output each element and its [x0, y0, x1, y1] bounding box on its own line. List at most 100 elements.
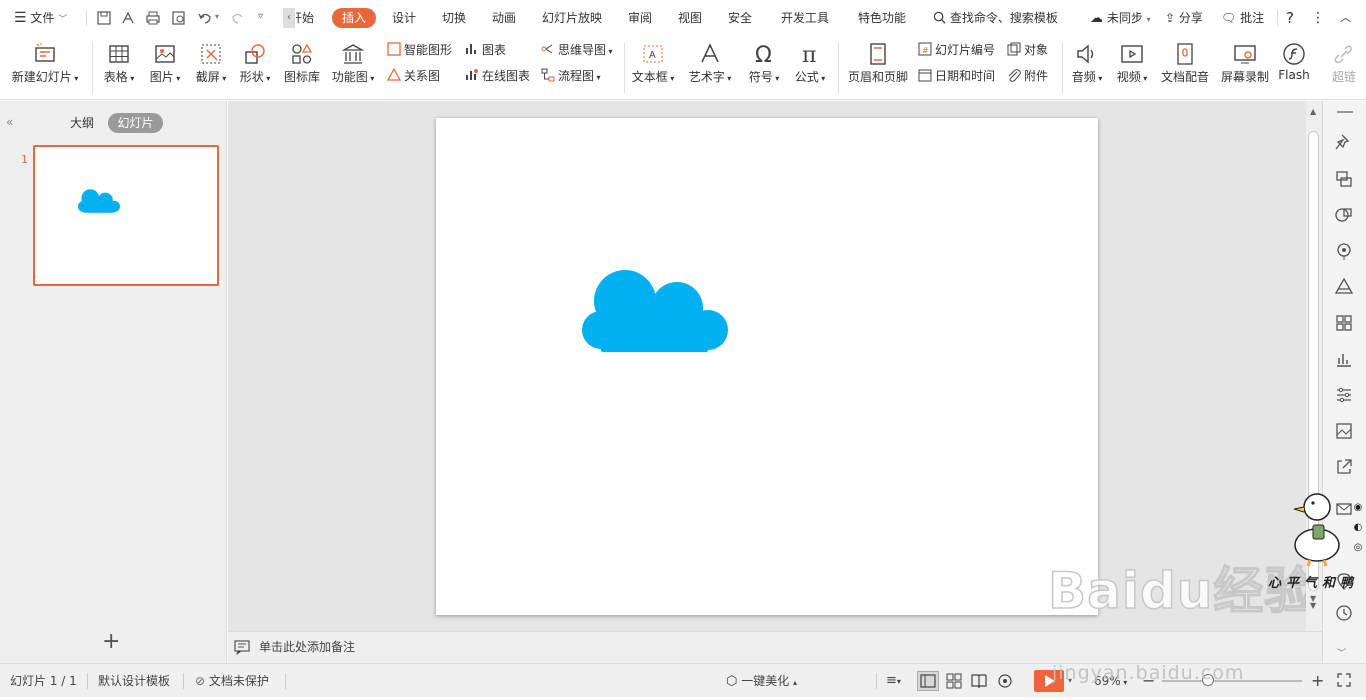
textbox-button[interactable]: A 文本框 ▾ — [630, 38, 676, 98]
scroll-down-icon[interactable]: ▼ ▼ — [1310, 595, 1316, 610]
slide-page[interactable] — [436, 118, 1098, 615]
wordart-button[interactable]: 艺术字 ▾ — [686, 38, 734, 98]
svg-text:π: π — [802, 43, 816, 66]
online-chart-button[interactable]: 在线图表 — [465, 66, 530, 86]
cloud-shape[interactable] — [582, 270, 728, 352]
print-icon[interactable] — [145, 10, 161, 26]
shape-button[interactable]: 形状 ▾ — [236, 38, 274, 98]
share-button[interactable]: ⇪ 分享 — [1165, 0, 1203, 36]
image-icon[interactable] — [1334, 421, 1356, 443]
print-preview-icon[interactable] — [171, 10, 187, 26]
symbol-button[interactable]: Ω 符号 ▾ — [745, 38, 783, 98]
settings-sliders-icon[interactable] — [1334, 385, 1356, 407]
add-slide-button[interactable]: + — [102, 631, 120, 653]
share-icon: ⇪ — [1165, 11, 1176, 25]
help-icon[interactable]: ? — [1286, 0, 1294, 36]
tab-slideshow[interactable]: 幻灯片放映 — [542, 0, 602, 36]
collapse-ribbon-icon[interactable]: ︿ — [1340, 0, 1351, 36]
video-button[interactable]: 视频 ▾ — [1112, 38, 1152, 98]
audio-button[interactable]: 音频 ▾ — [1068, 38, 1106, 98]
tab-transition[interactable]: 切换 — [442, 0, 466, 36]
formula-button[interactable]: π 公式 ▾ — [791, 38, 829, 98]
slide-number-button[interactable]: # 幻灯片编号 — [918, 40, 995, 60]
document-protection[interactable]: ⊘ 文档未保护 — [195, 664, 269, 698]
new-slide-button[interactable]: 新建幻灯片 ▾ — [8, 38, 82, 98]
expand-pane-icon[interactable]: ﹀ — [1337, 646, 1346, 659]
hyperlink-button[interactable]: 超链 — [1326, 38, 1362, 98]
zoom-in-button[interactable]: + — [1311, 664, 1324, 698]
calendar-icon — [918, 69, 932, 82]
flowchart-button[interactable]: 流程图 ▾ — [541, 66, 601, 86]
slide-number-icon: # — [918, 42, 932, 56]
tab-slides[interactable]: 幻灯片 — [108, 113, 163, 133]
bar-chart-icon[interactable] — [1334, 349, 1356, 371]
date-time-button[interactable]: 日期和时间 — [918, 66, 995, 86]
tab-special[interactable]: 特色功能 — [858, 0, 906, 36]
tab-outline[interactable]: 大纲 — [62, 113, 102, 133]
chart-button[interactable]: 图表 — [465, 40, 506, 60]
flash-button[interactable]: Flash — [1276, 38, 1312, 98]
history-icon[interactable] — [1334, 603, 1356, 625]
screenshot-button[interactable]: 截屏 ▾ — [192, 38, 230, 98]
tab-security[interactable]: 安全 — [728, 0, 752, 36]
search-command[interactable]: 查找命令、搜索模板 — [933, 0, 1058, 36]
comment-button[interactable]: 🗨 批注 — [1221, 0, 1264, 36]
flash-icon — [1283, 43, 1305, 65]
pin-icon[interactable] — [1334, 133, 1356, 155]
table-button[interactable]: 表格 ▾ — [100, 38, 138, 98]
file-menu[interactable]: ☰ 文件 ﹀ — [14, 0, 67, 36]
save-icon[interactable] — [96, 10, 112, 26]
fill-icon[interactable] — [1334, 277, 1356, 299]
customize-toolbar-icon[interactable]: ▿ — [258, 11, 263, 22]
slide-thumbnail[interactable] — [33, 145, 219, 286]
object-button[interactable]: 对象 — [1007, 40, 1048, 60]
shape-style-icon[interactable] — [1334, 205, 1356, 227]
relation-chart-button[interactable]: 关系图 — [386, 66, 440, 86]
location-icon[interactable] — [1334, 241, 1356, 263]
one-click-beautify-button[interactable]: ⬡ 一键美化 ▴ — [726, 664, 797, 698]
redo-icon[interactable] — [230, 10, 246, 26]
sticker-icon: ◉ — [1353, 502, 1363, 513]
tab-developer[interactable]: 开发工具 — [781, 0, 829, 36]
picture-button[interactable]: 图片 ▾ — [146, 38, 184, 98]
icon-library-button[interactable]: 图标库 — [282, 38, 322, 98]
layout-grid-icon[interactable] — [1334, 313, 1356, 335]
fit-window-icon[interactable] — [1336, 672, 1352, 688]
more-icon[interactable]: ⋮ — [1311, 0, 1325, 36]
slide-sorter-view-icon[interactable] — [945, 672, 963, 690]
mindmap-button[interactable]: 思维导图 ▾ — [541, 40, 613, 60]
tab-design[interactable]: 设计 — [392, 0, 416, 36]
undo-icon[interactable] — [197, 10, 213, 26]
undo-dropdown-icon[interactable]: ▾ — [215, 12, 219, 21]
object-properties-icon[interactable] — [1334, 169, 1356, 191]
tab-insert[interactable]: 插入 — [332, 8, 377, 28]
template-name[interactable]: 默认设计模板 — [98, 664, 170, 698]
attachment-button[interactable]: 附件 — [1007, 66, 1048, 86]
notes-bar[interactable]: 单击此处添加备注 — [228, 631, 1322, 663]
normal-view-button[interactable] — [917, 671, 939, 691]
export-share-icon[interactable] — [1334, 457, 1356, 479]
notes-placeholder[interactable]: 单击此处添加备注 — [259, 632, 355, 664]
normal-view-icon — [920, 674, 936, 688]
export-icon[interactable] — [120, 10, 136, 26]
sync-status[interactable]: ☁ 未同步 ▾ — [1090, 0, 1151, 36]
online-chart-icon — [466, 69, 478, 80]
reading-view-icon[interactable] — [970, 672, 988, 690]
scroll-up-icon[interactable]: ▲ — [1310, 107, 1316, 116]
collapse-panel-icon[interactable]: « — [6, 115, 13, 129]
function-chart-button[interactable]: 功能图 ▾ — [330, 38, 376, 98]
notes-view-toggle[interactable]: ≡▾ — [886, 664, 901, 698]
tab-view[interactable]: 视图 — [678, 0, 702, 36]
tab-animation[interactable]: 动画 — [492, 0, 516, 36]
scroll-left-button[interactable]: ‹ — [283, 8, 295, 28]
header-footer-button[interactable]: 页眉和页脚 — [846, 38, 910, 98]
doc-dubbing-button[interactable]: 文档配音 — [1158, 38, 1212, 98]
notes-icon — [234, 640, 250, 655]
pane-menu-icon[interactable] — [1337, 111, 1353, 113]
smart-shape-button[interactable]: 智能图形 — [387, 40, 452, 60]
tab-review[interactable]: 审阅 — [628, 0, 652, 36]
screen-record-button[interactable]: 屏幕录制 — [1218, 38, 1272, 98]
presenter-view-icon[interactable] — [996, 672, 1014, 690]
cat-face-icon: ◎ — [1353, 542, 1363, 553]
tab-home[interactable]: 开始 — [296, 0, 318, 36]
